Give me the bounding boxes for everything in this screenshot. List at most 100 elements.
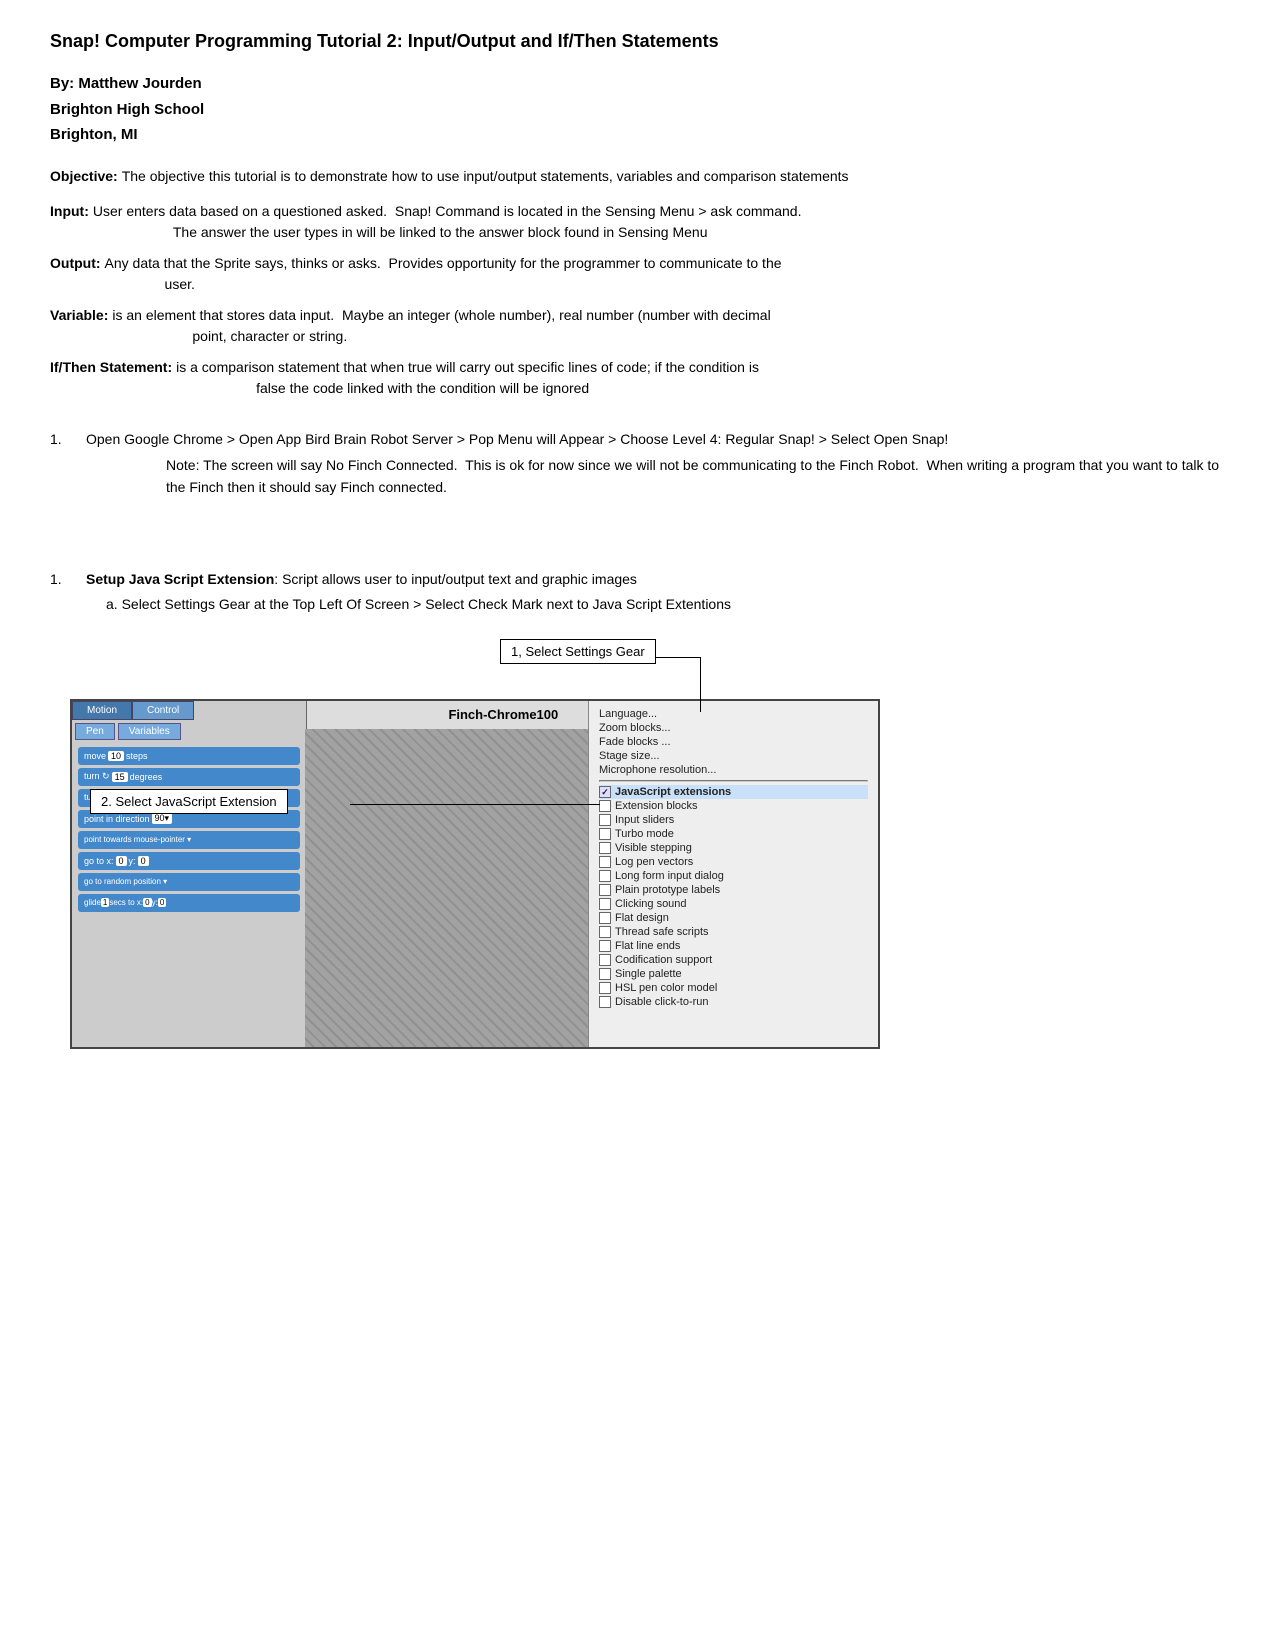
def-input: Input: User enters data based on a quest… bbox=[50, 201, 1225, 243]
menu-item-stage-size[interactable]: Stage size... bbox=[599, 749, 868, 763]
def-input-label: Input: bbox=[50, 201, 89, 222]
step-1-content: Open Google Chrome > Open App Bird Brain… bbox=[86, 429, 1225, 499]
def-ifthen-content: is a comparison statement that when true… bbox=[176, 357, 759, 399]
def-ifthen-indent: false the code linked with the condition… bbox=[256, 378, 759, 399]
thread-safe-checkbox[interactable] bbox=[599, 926, 611, 938]
callout1-box: 1, Select Settings Gear bbox=[500, 639, 656, 664]
flat-design-checkbox[interactable] bbox=[599, 912, 611, 924]
def-input-text2: The answer the user types in will be lin… bbox=[173, 222, 802, 243]
setup-section: 1. Setup Java Script Extension: Script a… bbox=[50, 569, 1225, 629]
step-1-text: Open Google Chrome > Open App Bird Brain… bbox=[86, 429, 1225, 450]
callout2-box: 2. Select JavaScript Extension bbox=[90, 789, 288, 814]
clicking-sound-checkbox[interactable] bbox=[599, 898, 611, 910]
callout1-arrow-v bbox=[700, 657, 701, 712]
setup-colon: : Script allows user to input/output tex… bbox=[274, 571, 637, 587]
menu-item-plain-proto[interactable]: Plain prototype labels bbox=[599, 883, 868, 897]
snap-main: Motion Control Pen Variables move 10 ste… bbox=[72, 730, 878, 1048]
def-variable-content: is an element that stores data input. Ma… bbox=[112, 305, 770, 347]
snap-app-title: Finch-Chrome100 bbox=[448, 707, 558, 722]
stage-bg bbox=[305, 729, 588, 1049]
menu-item-turbo[interactable]: Turbo mode bbox=[599, 827, 868, 841]
block-goto-xy[interactable]: go to x: 0 y: 0 bbox=[78, 852, 300, 870]
objective-section: Objective: The objective this tutorial i… bbox=[50, 166, 1225, 187]
ext-blocks-checkbox[interactable] bbox=[599, 800, 611, 812]
settings-menu-items: Language... Zoom blocks... Fade blocks .… bbox=[599, 707, 868, 1009]
snap-subtabs-row: Pen Variables bbox=[72, 720, 306, 743]
menu-item-clicking-sound[interactable]: Clicking sound bbox=[599, 897, 868, 911]
block-move[interactable]: move 10 steps bbox=[78, 747, 300, 765]
snap-tabs-row: Motion Control bbox=[72, 701, 306, 720]
numbered-section: 1. Open Google Chrome > Open App Bird Br… bbox=[50, 429, 1225, 499]
snap-screenshot: S! 📄 ☁ ⚙ Finch-Chrome100 ▬ □ ✕ Mot bbox=[70, 699, 880, 1049]
author-school: Brighton High School bbox=[50, 97, 1225, 123]
menu-item-zoom[interactable]: Zoom blocks... bbox=[599, 721, 868, 735]
settings-menu-header: Language... Zoom blocks... Fade blocks .… bbox=[599, 707, 868, 1009]
def-output-text: Any data that the Sprite says, thinks or… bbox=[105, 253, 782, 274]
snap-subtab-pen[interactable]: Pen bbox=[75, 723, 115, 740]
menu-item-disable-click[interactable]: Disable click-to-run bbox=[599, 995, 868, 1009]
def-input-text1: User enters data based on a questioned a… bbox=[93, 201, 802, 222]
menu-item-visible-stepping[interactable]: Visible stepping bbox=[599, 841, 868, 855]
setup-substep: a. Select Settings Gear at the Top Left … bbox=[106, 594, 731, 615]
menu-item-flat-design[interactable]: Flat design bbox=[599, 911, 868, 925]
objective-text: The objective this tutorial is to demons… bbox=[122, 166, 1225, 187]
menu-item-hsl[interactable]: HSL pen color model bbox=[599, 981, 868, 995]
disable-click-checkbox[interactable] bbox=[599, 996, 611, 1008]
js-ext-checkbox[interactable]: ✓ bbox=[599, 786, 611, 798]
block-point-towards[interactable]: point towards mouse-pointer ▾ bbox=[78, 831, 300, 849]
def-ifthen-text: is a comparison statement that when true… bbox=[176, 357, 759, 378]
definitions-section: Input: User enters data based on a quest… bbox=[50, 201, 1225, 399]
def-variable-indent: point, character or string. bbox=[192, 326, 770, 347]
page-title: Snap! Computer Programming Tutorial 2: I… bbox=[50, 30, 1225, 53]
menu-item-codification[interactable]: Codification support bbox=[599, 953, 868, 967]
visible-stepping-checkbox[interactable] bbox=[599, 842, 611, 854]
menu-item-flat-line[interactable]: Flat line ends bbox=[599, 939, 868, 953]
menu-item-fade[interactable]: Fade blocks ... bbox=[599, 735, 868, 749]
def-variable-text: is an element that stores data input. Ma… bbox=[112, 305, 770, 326]
setup-title-line: Setup Java Script Extension: Script allo… bbox=[86, 569, 731, 590]
snap-tab-control[interactable]: Control bbox=[132, 701, 194, 720]
menu-item-long-form[interactable]: Long form input dialog bbox=[599, 869, 868, 883]
setup-num: 1. bbox=[50, 569, 86, 590]
menu-item-mic[interactable]: Microphone resolution... bbox=[599, 763, 868, 777]
step-1-num: 1. bbox=[50, 429, 86, 450]
menu-item-input-sliders[interactable]: Input sliders bbox=[599, 813, 868, 827]
plain-proto-checkbox[interactable] bbox=[599, 884, 611, 896]
snap-subtab-variables[interactable]: Variables bbox=[118, 723, 181, 740]
def-input-content: User enters data based on a questioned a… bbox=[93, 201, 802, 243]
author-location: Brighton, MI bbox=[50, 122, 1225, 148]
step-1-note: Note: The screen will say No Finch Conne… bbox=[166, 454, 1225, 499]
snap-tab-motion[interactable]: Motion bbox=[72, 701, 132, 720]
def-variable-label: Variable: bbox=[50, 305, 108, 326]
author-name: By: Matthew Jourden bbox=[50, 71, 1225, 97]
screenshot-container: 1, Select Settings Gear 2. Select JavaSc… bbox=[70, 639, 890, 1059]
snap-stage-area bbox=[305, 729, 588, 1049]
objective-label: Objective: bbox=[50, 166, 118, 187]
single-palette-checkbox[interactable] bbox=[599, 968, 611, 980]
def-output-indent: user. bbox=[105, 274, 782, 295]
hsl-checkbox[interactable] bbox=[599, 982, 611, 994]
long-form-checkbox[interactable] bbox=[599, 870, 611, 882]
block-glide[interactable]: glide 1 secs to x: 0 y: 0 bbox=[78, 894, 300, 912]
codification-checkbox[interactable] bbox=[599, 954, 611, 966]
menu-item-ext-blocks[interactable]: Extension blocks bbox=[599, 799, 868, 813]
menu-item-single-palette[interactable]: Single palette bbox=[599, 967, 868, 981]
author-block: By: Matthew Jourden Brighton High School… bbox=[50, 71, 1225, 148]
input-sliders-checkbox[interactable] bbox=[599, 814, 611, 826]
step-1: 1. Open Google Chrome > Open App Bird Br… bbox=[50, 429, 1225, 499]
flat-line-checkbox[interactable] bbox=[599, 940, 611, 952]
menu-item-thread-safe[interactable]: Thread safe scripts bbox=[599, 925, 868, 939]
def-output-label: Output: bbox=[50, 253, 101, 274]
block-turn-cw[interactable]: turn ↻ 15 degrees bbox=[78, 768, 300, 786]
snap-left-panel: Motion Control Pen Variables move 10 ste… bbox=[72, 701, 307, 1047]
log-pen-checkbox[interactable] bbox=[599, 856, 611, 868]
setup-content: Setup Java Script Extension: Script allo… bbox=[86, 569, 731, 629]
block-goto-random[interactable]: go to random position ▾ bbox=[78, 873, 300, 891]
def-variable: Variable: is an element that stores data… bbox=[50, 305, 1225, 347]
callout2-arrow-h bbox=[350, 804, 600, 805]
def-ifthen-label: If/Then Statement: bbox=[50, 357, 172, 378]
menu-item-language[interactable]: Language... bbox=[599, 707, 868, 721]
turbo-checkbox[interactable] bbox=[599, 828, 611, 840]
menu-item-log-pen[interactable]: Log pen vectors bbox=[599, 855, 868, 869]
menu-item-js-ext[interactable]: ✓JavaScript extensions bbox=[599, 785, 868, 799]
